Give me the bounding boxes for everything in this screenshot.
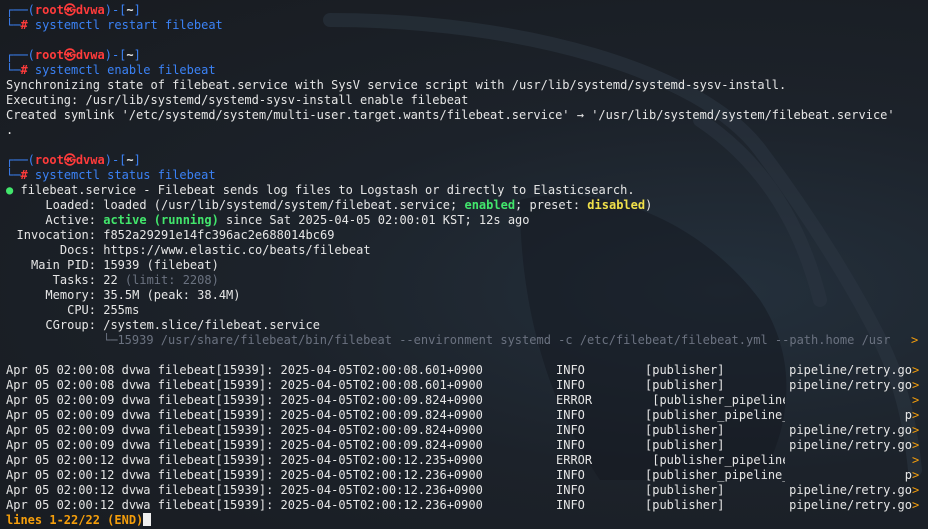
log-level: INFO: [556, 363, 585, 377]
line-truncated-indicator: >: [912, 498, 920, 512]
status-memory: Memory: 35.5M (peak: 38.4M): [45, 288, 241, 302]
service-title: ● filebeat.service - Filebeat sends log …: [6, 183, 635, 197]
pager-prompt: lines 1-22/22 (END): [6, 513, 144, 527]
command-line: └─# systemctl enable filebeat: [6, 63, 216, 77]
log-source: pipeline/retry.go: [789, 423, 912, 437]
enabled-badge: enabled: [464, 198, 516, 212]
status-loaded: Loaded: loaded (/usr/lib/systemd/system/…: [45, 198, 653, 212]
prompt-line: ┌──(root㉿dvwa)-[~]: [6, 48, 141, 62]
output-line: Synchronizing state of filebeat.service …: [6, 78, 787, 92]
log-timestamp: Apr 05 02:00:08 dvwa filebeat[15939]: 20…: [6, 363, 483, 377]
active-state-badge: active (running): [103, 213, 219, 227]
log-level: INFO: [556, 468, 585, 482]
log-timestamp: Apr 05 02:00:08 dvwa filebeat[15939]: 20…: [6, 378, 483, 392]
line-truncated-indicator: >: [912, 423, 920, 437]
log-source: p: [904, 468, 912, 482]
log-line: Apr 05 02:00:12 dvwa filebeat[15939]: 20…: [6, 483, 928, 498]
log-line: Apr 05 02:00:09 dvwa filebeat[15939]: 20…: [6, 423, 928, 438]
output-line: Executing: /usr/lib/systemd/systemd-sysv…: [6, 93, 469, 107]
log-level: INFO: [556, 423, 585, 437]
log-source: pipeline/retry.go: [789, 438, 912, 452]
log-timestamp: Apr 05 02:00:12 dvwa filebeat[15939]: 20…: [6, 468, 483, 482]
output-line: Created symlink '/etc/systemd/system/mul…: [6, 108, 895, 122]
command-text: systemctl restart filebeat: [34, 18, 223, 32]
terminal-output: ┌──(root㉿dvwa)-[~] └─# systemctl restart…: [0, 0, 928, 528]
prompt-dir: ~: [126, 48, 134, 62]
status-tasks: Tasks: 22 (limit: 2208): [52, 273, 219, 287]
log-level: ERROR: [556, 393, 593, 407]
status-main-pid: Main PID: 15939 (filebeat): [30, 258, 219, 272]
status-cpu: CPU: 255ms: [67, 303, 140, 317]
log-timestamp: Apr 05 02:00:09 dvwa filebeat[15939]: 20…: [6, 438, 483, 452]
log-line: Apr 05 02:00:12 dvwa filebeat[15939]: 20…: [6, 498, 928, 513]
prompt-dir: ~: [126, 153, 134, 167]
prompt-user: root㉿dvwa: [34, 3, 105, 17]
pager-status[interactable]: lines 1-22/22 (END): [6, 513, 928, 528]
line-truncated-indicator: >: [912, 453, 920, 467]
output-line: .: [6, 123, 14, 137]
line-truncated-indicator: >: [912, 483, 920, 497]
log-component: [publisher_pipeline_output]: [652, 393, 785, 407]
log-component: [publisher]: [645, 423, 725, 437]
prompt-dir: ~: [126, 3, 134, 17]
log-timestamp: Apr 05 02:00:09 dvwa filebeat[15939]: 20…: [6, 423, 483, 437]
log-timestamp: Apr 05 02:00:12 dvwa filebeat[15939]: 20…: [6, 483, 483, 497]
line-truncated-indicator: >: [912, 378, 920, 392]
status-active: Active: active (running) since Sat 2025-…: [45, 213, 530, 227]
command-text: systemctl enable filebeat: [34, 63, 216, 77]
log-level: INFO: [556, 483, 585, 497]
terminal-window[interactable]: ┌──(root㉿dvwa)-[~] └─# systemctl restart…: [0, 0, 928, 529]
log-source: pipeline/retry.go: [789, 378, 912, 392]
log-component: [publisher]: [645, 438, 725, 452]
prompt-user: root㉿dvwa: [34, 48, 105, 62]
log-source: pipeline/retry.go: [789, 483, 912, 497]
log-level: INFO: [556, 498, 585, 512]
command-line: └─# systemctl restart filebeat: [6, 18, 223, 32]
line-truncated-indicator: >: [912, 408, 920, 422]
journal-log: Apr 05 02:00:08 dvwa filebeat[15939]: 20…: [6, 363, 928, 513]
log-level: INFO: [556, 378, 585, 392]
log-source: p: [904, 408, 912, 422]
status-cgroup-process: └─15939 /usr/share/filebeat/bin/filebeat…: [103, 333, 919, 347]
log-timestamp: Apr 05 02:00:09 dvwa filebeat[15939]: 20…: [6, 408, 483, 422]
log-line: Apr 05 02:00:09 dvwa filebeat[15939]: 20…: [6, 438, 928, 453]
preset-disabled-badge: disabled: [587, 198, 646, 212]
log-level: ERROR: [556, 453, 593, 467]
log-source: pipeline/retry.go: [789, 498, 912, 512]
line-truncated-indicator: >: [912, 438, 920, 452]
status-dot-icon: ●: [6, 183, 14, 197]
log-component: [publisher_pipeline_output]: [645, 408, 785, 422]
log-component: [publisher]: [645, 378, 725, 392]
status-docs: Docs: https://www.elastic.co/beats/fileb…: [59, 243, 371, 257]
log-line: Apr 05 02:00:08 dvwa filebeat[15939]: 20…: [6, 363, 928, 378]
prompt-line: ┌──(root㉿dvwa)-[~]: [6, 3, 141, 17]
text-cursor: [143, 513, 152, 526]
log-timestamp: Apr 05 02:00:12 dvwa filebeat[15939]: 20…: [6, 498, 483, 512]
log-component: [publisher_pipeline_output]: [645, 468, 785, 482]
log-line: Apr 05 02:00:08 dvwa filebeat[15939]: 20…: [6, 378, 928, 393]
status-cgroup: CGroup: /system.slice/filebeat.service: [45, 318, 320, 332]
log-line: Apr 05 02:00:09 dvwa filebeat[15939]: 20…: [6, 408, 928, 423]
log-timestamp: Apr 05 02:00:12 dvwa filebeat[15939]: 20…: [6, 453, 483, 467]
log-timestamp: Apr 05 02:00:09 dvwa filebeat[15939]: 20…: [6, 393, 483, 407]
line-truncated-indicator: >: [912, 468, 920, 482]
log-component: [publisher]: [645, 483, 725, 497]
log-source: pipeline/retry.go: [789, 363, 912, 377]
log-component: [publisher]: [645, 363, 725, 377]
log-line: Apr 05 02:00:12 dvwa filebeat[15939]: 20…: [6, 453, 928, 468]
log-component: [publisher]: [645, 498, 725, 512]
command-text: systemctl status filebeat: [34, 168, 216, 182]
command-line: └─# systemctl status filebeat: [6, 168, 216, 182]
log-level: INFO: [556, 438, 585, 452]
status-invocation: Invocation: f852a29291e14fc396ac2e688014…: [16, 228, 335, 242]
line-truncated-indicator: >: [911, 333, 919, 347]
prompt-user: root㉿dvwa: [34, 153, 105, 167]
line-truncated-indicator: >: [912, 393, 920, 407]
log-line: Apr 05 02:00:12 dvwa filebeat[15939]: 20…: [6, 468, 928, 483]
log-level: INFO: [556, 408, 585, 422]
prompt-line: ┌──(root㉿dvwa)-[~]: [6, 153, 141, 167]
log-component: [publisher_pipeline_output]: [652, 453, 785, 467]
log-line: Apr 05 02:00:09 dvwa filebeat[15939]: 20…: [6, 393, 928, 408]
line-truncated-indicator: >: [912, 363, 920, 377]
